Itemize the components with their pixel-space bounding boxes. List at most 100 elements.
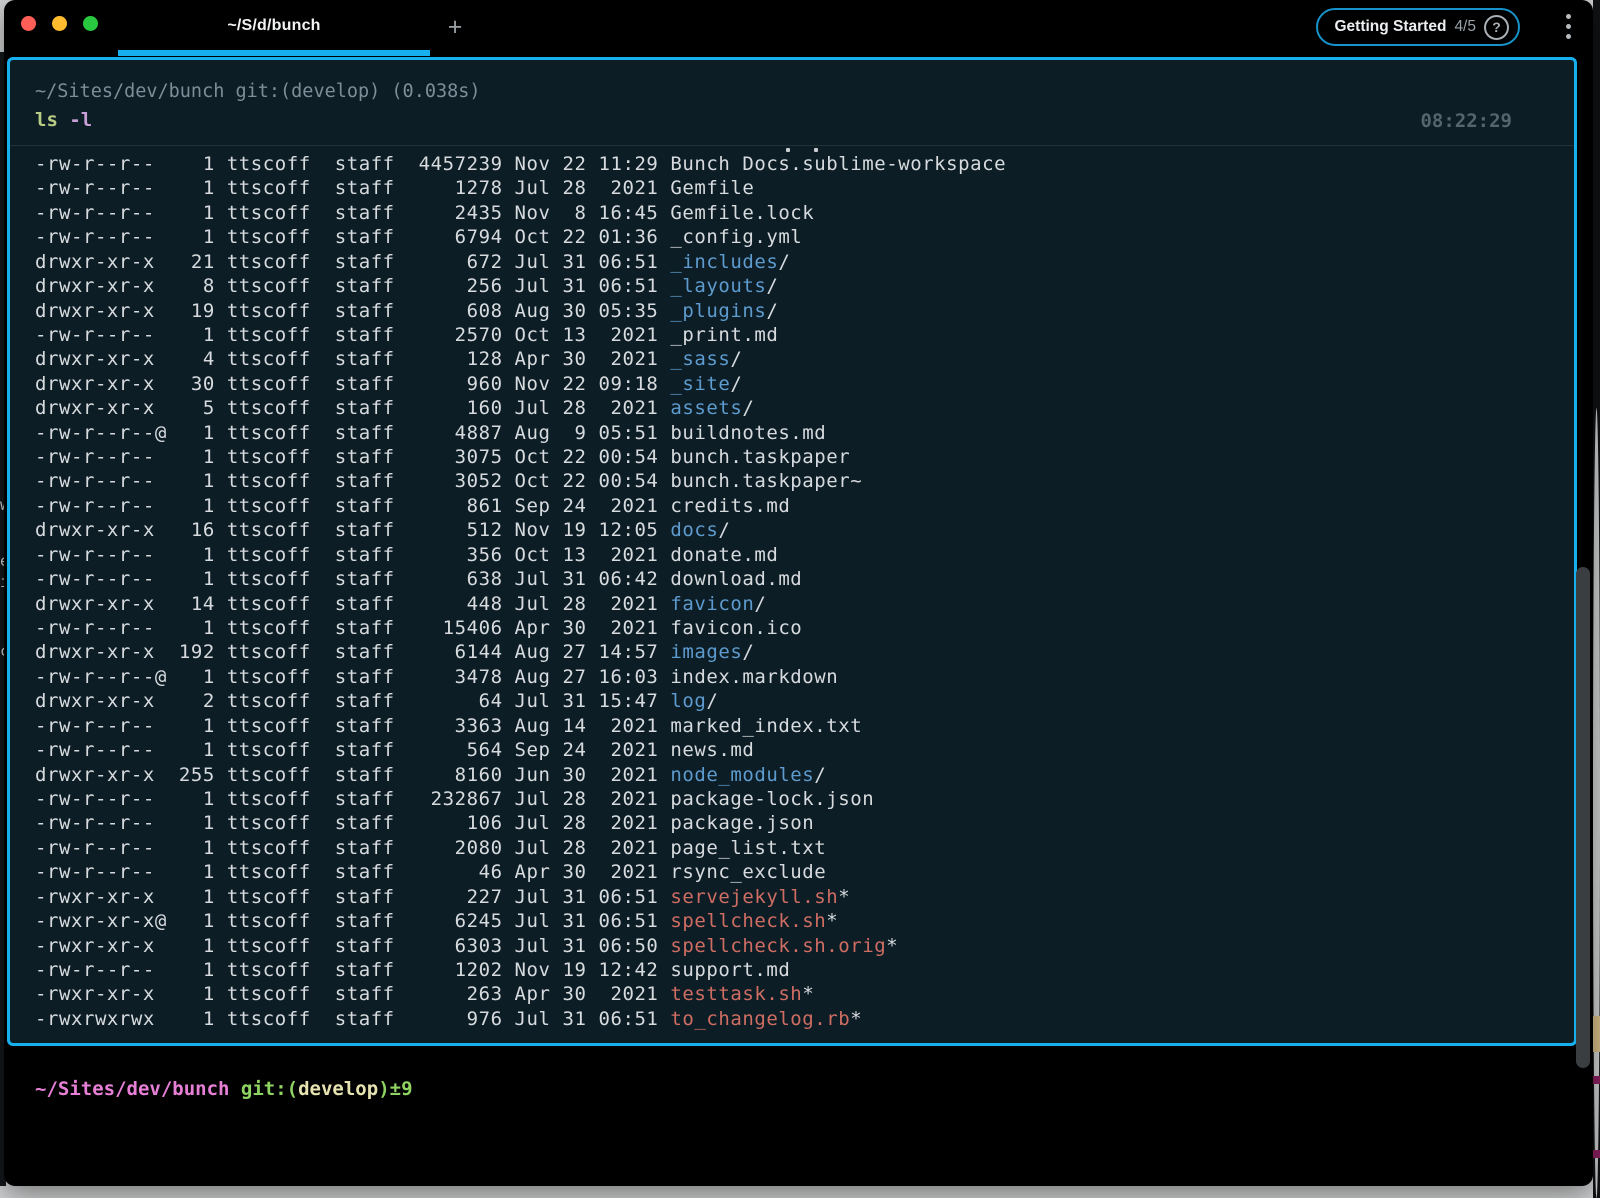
new-tab-button[interactable]: +: [440, 13, 470, 43]
tab-active-indicator: [118, 50, 430, 56]
directory-name: _site: [670, 373, 730, 395]
file-row: -rw-r--r-- 1 ttscoff staff 15406 Apr 30 …: [35, 616, 1006, 640]
file-row: -rw-r--r-- 1 ttscoff staff 2435 Nov 8 16…: [35, 201, 1006, 225]
directory-name: favicon: [670, 593, 754, 615]
file-name: credits.md: [670, 495, 790, 517]
file-row: -rw-r--r-- 1 ttscoff staff 1202 Nov 19 1…: [35, 958, 1006, 982]
file-row: drwxr-xr-x 8 ttscoff staff 256 Jul 31 06…: [35, 274, 1006, 298]
file-row: -rwxr-xr-x 1 ttscoff staff 227 Jul 31 06…: [35, 885, 1006, 909]
prompt-context-line: ~/Sites/dev/bunch git:(develop) (0.038s): [35, 81, 481, 102]
close-button[interactable]: [21, 16, 36, 31]
background-fragment: [1593, 1016, 1600, 1052]
file-row: -rw-r--r-- 1 ttscoff staff 638 Jul 31 06…: [35, 567, 1006, 591]
file-name: favicon.ico: [670, 617, 802, 639]
directory-name: docs: [670, 519, 718, 541]
background-fragment: [1593, 1076, 1600, 1084]
file-row: drwxr-xr-x 4 ttscoff staff 128 Apr 30 20…: [35, 347, 1006, 371]
file-name: support.md: [670, 959, 790, 981]
file-row: -rw-r--r-- 1 ttscoff staff 2080 Jul 28 2…: [35, 836, 1006, 860]
file-row: -rw-r--r-- 1 ttscoff staff 564 Sep 24 20…: [35, 738, 1006, 762]
file-row: -rwxr-xr-x@ 1 ttscoff staff 6245 Jul 31 …: [35, 909, 1006, 933]
tab-title: ~/S/d/bunch: [227, 17, 320, 35]
getting-started-label: Getting Started: [1334, 18, 1446, 36]
file-row: -rw-r--r-- 1 ttscoff staff 3363 Aug 14 2…: [35, 714, 1006, 738]
command-block[interactable]: ~/Sites/dev/bunch git:(develop) (0.038s)…: [7, 57, 1577, 1046]
file-name: page_list.txt: [670, 837, 826, 859]
file-name: Bunch Docs.sublime-workspace: [670, 153, 1006, 175]
file-name: index.markdown: [670, 666, 838, 688]
file-name: _print.md: [670, 324, 778, 346]
file-row: drwxr-xr-x 30 ttscoff staff 960 Nov 22 0…: [35, 372, 1006, 396]
command-timestamp: 08:22:29: [1420, 110, 1512, 132]
command-name: ls: [35, 109, 58, 131]
titlebar[interactable]: ~/S/d/bunch + Getting Started 4/5 ?: [4, 0, 1593, 56]
directory-name: log: [670, 690, 706, 712]
file-name: buildnotes.md: [670, 422, 826, 444]
file-name: package-lock.json: [670, 788, 874, 810]
file-row: -rw-r--r-- 1 ttscoff staff 861 Sep 24 20…: [35, 494, 1006, 518]
file-row: -rw-r--r-- 1 ttscoff staff 6794 Oct 22 0…: [35, 225, 1006, 249]
minimize-button[interactable]: [52, 16, 67, 31]
executable-name: to_changelog.rb: [670, 1008, 850, 1030]
file-name: _config.yml: [670, 226, 802, 248]
directory-name: assets: [670, 397, 742, 419]
file-name: donate.md: [670, 544, 778, 566]
file-name: marked_index.txt: [670, 715, 862, 737]
file-name: Gemfile.lock: [670, 202, 814, 224]
executable-name: spellcheck.sh: [670, 910, 826, 932]
file-name: bunch.taskpaper~: [670, 470, 862, 492]
file-name: rsync_exclude: [670, 861, 826, 883]
scrollbar-thumb[interactable]: [1576, 567, 1590, 1068]
file-row: drwxr-xr-x 2 ttscoff staff 64 Jul 31 15:…: [35, 689, 1006, 713]
file-row: -rw-r--r-- 1 ttscoff staff 106 Jul 28 20…: [35, 811, 1006, 835]
file-row: drwxr-xr-x 255 ttscoff staff 8160 Jun 30…: [35, 763, 1006, 787]
directory-name: _sass: [670, 348, 730, 370]
file-name: news.md: [670, 739, 754, 761]
file-row: -rwxrwxrwx 1 ttscoff staff 976 Jul 31 06…: [35, 1007, 1006, 1031]
file-row: -rw-r--r-- 1 ttscoff staff 3075 Oct 22 0…: [35, 445, 1006, 469]
overflow-menu-icon[interactable]: [1566, 14, 1571, 39]
tab-active[interactable]: ~/S/d/bunch: [116, 0, 432, 56]
file-name: bunch.taskpaper: [670, 446, 850, 468]
file-row: drwxr-xr-x 19 ttscoff staff 608 Aug 30 0…: [35, 299, 1006, 323]
file-name: package.json: [670, 812, 814, 834]
file-row: -rw-r--r-- 1 ttscoff staff 356 Oct 13 20…: [35, 543, 1006, 567]
file-row: drwxr-xr-x 192 ttscoff staff 6144 Aug 27…: [35, 640, 1006, 664]
directory-name: _layouts: [670, 275, 766, 297]
background-fragment: [1593, 1150, 1600, 1158]
directory-name: _includes: [670, 251, 778, 273]
executable-name: spellcheck.sh.orig: [670, 935, 886, 957]
directory-name: _plugins: [670, 300, 766, 322]
directory-name: images: [670, 641, 742, 663]
help-icon[interactable]: ?: [1484, 15, 1509, 40]
file-row: drwxr-xr-x 5 ttscoff staff 160 Jul 28 20…: [35, 396, 1006, 420]
command-argument: -l: [58, 109, 92, 131]
prompt-path: ~/Sites/dev/bunch: [35, 1078, 229, 1100]
file-row: -rwxr-xr-x 1 ttscoff staff 6303 Jul 31 0…: [35, 934, 1006, 958]
prompt-git-open: git:(: [229, 1078, 298, 1100]
file-row: -rw-r--r-- 1 ttscoff staff 4457239 Nov 2…: [35, 152, 1006, 176]
getting-started-progress: 4/5: [1454, 18, 1476, 36]
block-separator: [10, 145, 1574, 146]
directory-name: node_modules: [670, 764, 814, 786]
terminal-window: ~/S/d/bunch + Getting Started 4/5 ? ~/Si…: [4, 0, 1593, 1186]
file-row: -rw-r--r-- 1 ttscoff staff 232867 Jul 28…: [35, 787, 1006, 811]
zoom-button[interactable]: [83, 16, 98, 31]
file-row: -rwxr-xr-x 1 ttscoff staff 263 Apr 30 20…: [35, 982, 1006, 1006]
file-name: Gemfile: [670, 177, 754, 199]
file-row: -rw-r--r--@ 1 ttscoff staff 3478 Aug 27 …: [35, 665, 1006, 689]
command-line: ls -l: [35, 109, 92, 131]
file-name: download.md: [670, 568, 802, 590]
shell-prompt[interactable]: ~/Sites/dev/bunch git:(develop)±9: [35, 1078, 413, 1100]
file-row: drwxr-xr-x 16 ttscoff staff 512 Nov 19 1…: [35, 518, 1006, 542]
background-window-right-sliver: [1593, 0, 1600, 1198]
executable-name: testtask.sh: [670, 983, 802, 1005]
getting-started-pill[interactable]: Getting Started 4/5 ?: [1316, 8, 1520, 46]
executable-name: servejekyll.sh: [670, 886, 838, 908]
file-row: -rw-r--r-- 1 ttscoff staff 1278 Jul 28 2…: [35, 176, 1006, 200]
prompt-git-branch: develop: [298, 1078, 378, 1100]
file-row: -rw-r--r-- 1 ttscoff staff 2570 Oct 13 2…: [35, 323, 1006, 347]
file-row: -rw-r--r--@ 1 ttscoff staff 4887 Aug 9 0…: [35, 421, 1006, 445]
file-row: -rw-r--r-- 1 ttscoff staff 3052 Oct 22 0…: [35, 469, 1006, 493]
file-row: -rw-r--r-- 1 ttscoff staff 46 Apr 30 202…: [35, 860, 1006, 884]
